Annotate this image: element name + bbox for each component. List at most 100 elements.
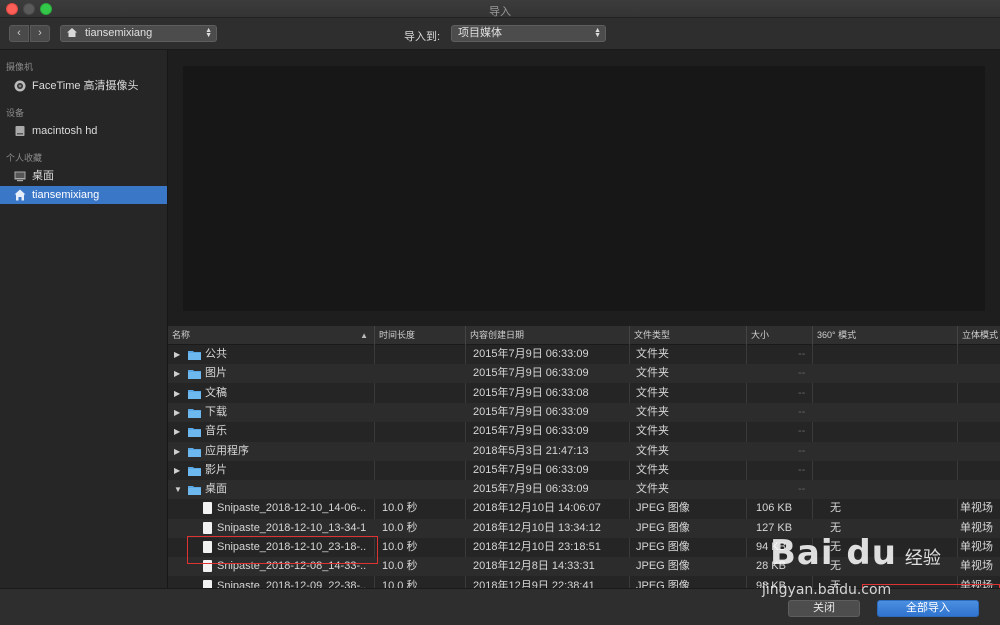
disclosure-collapsed-icon[interactable]: ▶: [174, 384, 180, 403]
cell-stereo: 单视场: [960, 560, 993, 573]
sidebar-item-facetime-camera[interactable]: FaceTime 高清摄像头: [0, 77, 167, 95]
column-header-360-mode[interactable]: 360° 模式: [813, 326, 958, 345]
popup-arrows-icon: ▲ ▼: [594, 27, 601, 39]
folder-icon: [188, 370, 201, 380]
folder-icon: [188, 486, 201, 496]
sidebar-heading-favorites: 个人收藏: [6, 153, 43, 163]
sidebar-item-macintosh-hd[interactable]: macintosh hd: [0, 122, 167, 140]
sidebar-item-label: 桌面: [32, 170, 54, 182]
import-to-label: 导入到:: [404, 31, 441, 43]
cell-size: --: [798, 405, 806, 418]
cell-date: 2015年7月9日 06:33:09: [473, 405, 589, 418]
cell-type: JPEG 图像: [636, 579, 690, 588]
forward-button[interactable]: ›: [30, 25, 50, 42]
table-row[interactable]: ▶ 影片 2015年7月9日 06:33:09 文件夹 --: [168, 461, 1000, 480]
table-row[interactable]: ▶ 应用程序 2018年5月3日 21:47:13 文件夹 --: [168, 441, 1000, 461]
sidebar-item-tiansemixiang[interactable]: tiansemixiang: [0, 186, 167, 204]
table-row[interactable]: ▶ 文稿 2015年7月9日 06:33:08 文件夹 --: [168, 384, 1000, 403]
cell-date: 2018年12月10日 14:06:07: [473, 502, 601, 515]
toolbar: ‹ › tiansemixiang ▲ ▼ 导入到: 项目媒体 ▲ ▼: [0, 18, 1000, 50]
column-header-stereo-mode[interactable]: 立体模式: [958, 326, 1000, 345]
cell-duration: 10.0 秒: [382, 521, 418, 534]
column-header-duration[interactable]: 时间长度: [375, 326, 466, 345]
column-header-created[interactable]: 内容创建日期: [466, 326, 630, 345]
cell-type: 文件夹: [636, 425, 669, 438]
cell-date: 2018年12月10日 13:34:12: [473, 521, 601, 534]
table-row[interactable]: ▶ 下载 2015年7月9日 06:33:09 文件夹 --: [168, 402, 1000, 422]
file-name: 下载: [205, 405, 227, 418]
disclosure-expanded-icon[interactable]: ▼: [174, 480, 182, 499]
disclosure-collapsed-icon[interactable]: ▶: [174, 403, 180, 422]
folder-icon: [188, 389, 201, 399]
file-name: Snipaste_2018-12-10_13-34-1...: [217, 521, 367, 534]
file-name: 音乐: [205, 425, 227, 438]
cell-date: 2018年5月3日 21:47:13: [473, 444, 589, 457]
sidebar-heading-devices: 设备: [6, 108, 25, 118]
cell-date: 2015年7月9日 06:33:09: [473, 483, 589, 496]
close-button[interactable]: 关闭: [788, 600, 860, 617]
hard-drive-icon: [15, 126, 25, 136]
table-row[interactable]: ▶ 公共 2015年7月9日 06:33:09 文件夹 --: [168, 345, 1000, 364]
camera-icon: [14, 80, 26, 92]
disclosure-collapsed-icon[interactable]: ▶: [174, 345, 180, 364]
home-icon: [14, 189, 26, 201]
cell-date: 2018年12月8日 14:33:31: [473, 560, 595, 573]
column-header-name[interactable]: 名称 ▲: [168, 326, 375, 345]
disclosure-collapsed-icon[interactable]: ▶: [174, 364, 180, 383]
watermark-url: jingyan.baidu.com: [762, 582, 892, 598]
destination-popup[interactable]: 项目媒体 ▲ ▼: [451, 25, 606, 42]
folder-icon: [188, 408, 201, 418]
cell-stereo: 单视场: [960, 541, 993, 553]
disclosure-collapsed-icon[interactable]: ▶: [174, 442, 180, 461]
column-header-size[interactable]: 大小: [747, 326, 813, 345]
cell-date: 2015年7月9日 06:33:09: [473, 367, 589, 380]
cell-type: JPEG 图像: [636, 541, 690, 553]
cell-size: --: [798, 463, 806, 476]
popup-arrows-icon: ▲ ▼: [205, 27, 212, 39]
cell-size: --: [798, 444, 806, 457]
watermark-subtitle: 经验: [904, 548, 941, 569]
back-button[interactable]: ‹: [9, 25, 29, 42]
import-all-button[interactable]: 全部导入: [877, 600, 979, 617]
table-header: 名称 ▲ 时间长度 内容创建日期 文件类型 大小 360° 模式 立体模式: [168, 326, 1000, 345]
cell-duration: 10.0 秒: [382, 579, 418, 588]
table-row[interactable]: Snipaste_2018-12-10_14-06-... 10.0 秒 2018年…: [168, 499, 1000, 518]
window-title: 导入: [489, 6, 511, 18]
file-name: Snipaste_2018-12-08_14-33-...: [217, 560, 367, 573]
folder-icon: [188, 428, 201, 438]
file-name: 影片: [205, 463, 227, 476]
file-name: Snipaste_2018-12-10_14-06-...: [217, 502, 367, 515]
cell-date: 2018年12月10日 23:18:51: [473, 541, 601, 553]
cell-type: JPEG 图像: [636, 502, 690, 515]
home-icon: [67, 28, 77, 37]
cell-date: 2018年12月9日 22:38:41: [473, 579, 595, 588]
cell-duration: 10.0 秒: [382, 541, 418, 553]
file-name: 桌面: [205, 483, 227, 496]
sort-ascending-icon: ▲: [360, 331, 368, 340]
cell-type: 文件夹: [636, 386, 669, 399]
sidebar-item-label: FaceTime 高清摄像头: [32, 80, 139, 92]
document-icon: [203, 502, 212, 515]
table-row[interactable]: ▼ 桌面 2015年7月9日 06:33:09 文件夹 --: [168, 480, 1000, 500]
media-preview: [183, 66, 985, 311]
cell-type: 文件夹: [636, 483, 669, 496]
cell-type: 文件夹: [636, 463, 669, 476]
cell-size: --: [798, 348, 806, 360]
location-popup[interactable]: tiansemixiang ▲ ▼: [60, 25, 217, 42]
column-header-type[interactable]: 文件类型: [630, 326, 747, 345]
cell-mode360: 无: [830, 502, 841, 515]
folder-icon: [188, 466, 201, 476]
table-row[interactable]: ▶ 音乐 2015年7月9日 06:33:09 文件夹 --: [168, 422, 1000, 441]
folder-icon: [188, 447, 201, 457]
cell-duration: 10.0 秒: [382, 502, 418, 515]
disclosure-collapsed-icon[interactable]: ▶: [174, 461, 180, 480]
cell-date: 2015年7月9日 06:33:09: [473, 348, 589, 360]
title-bar: 导入: [0, 0, 1000, 18]
cell-size: --: [798, 425, 806, 438]
sidebar-item-desktop[interactable]: 桌面: [0, 167, 167, 185]
disclosure-collapsed-icon[interactable]: ▶: [174, 422, 180, 441]
table-row[interactable]: ▶ 图片 2015年7月9日 06:33:09 文件夹 --: [168, 364, 1000, 384]
document-icon: [203, 521, 212, 534]
cell-type: 文件夹: [636, 444, 669, 457]
sidebar: 摄像机 FaceTime 高清摄像头 设备 macintosh hd 个人收藏 …: [0, 50, 168, 588]
